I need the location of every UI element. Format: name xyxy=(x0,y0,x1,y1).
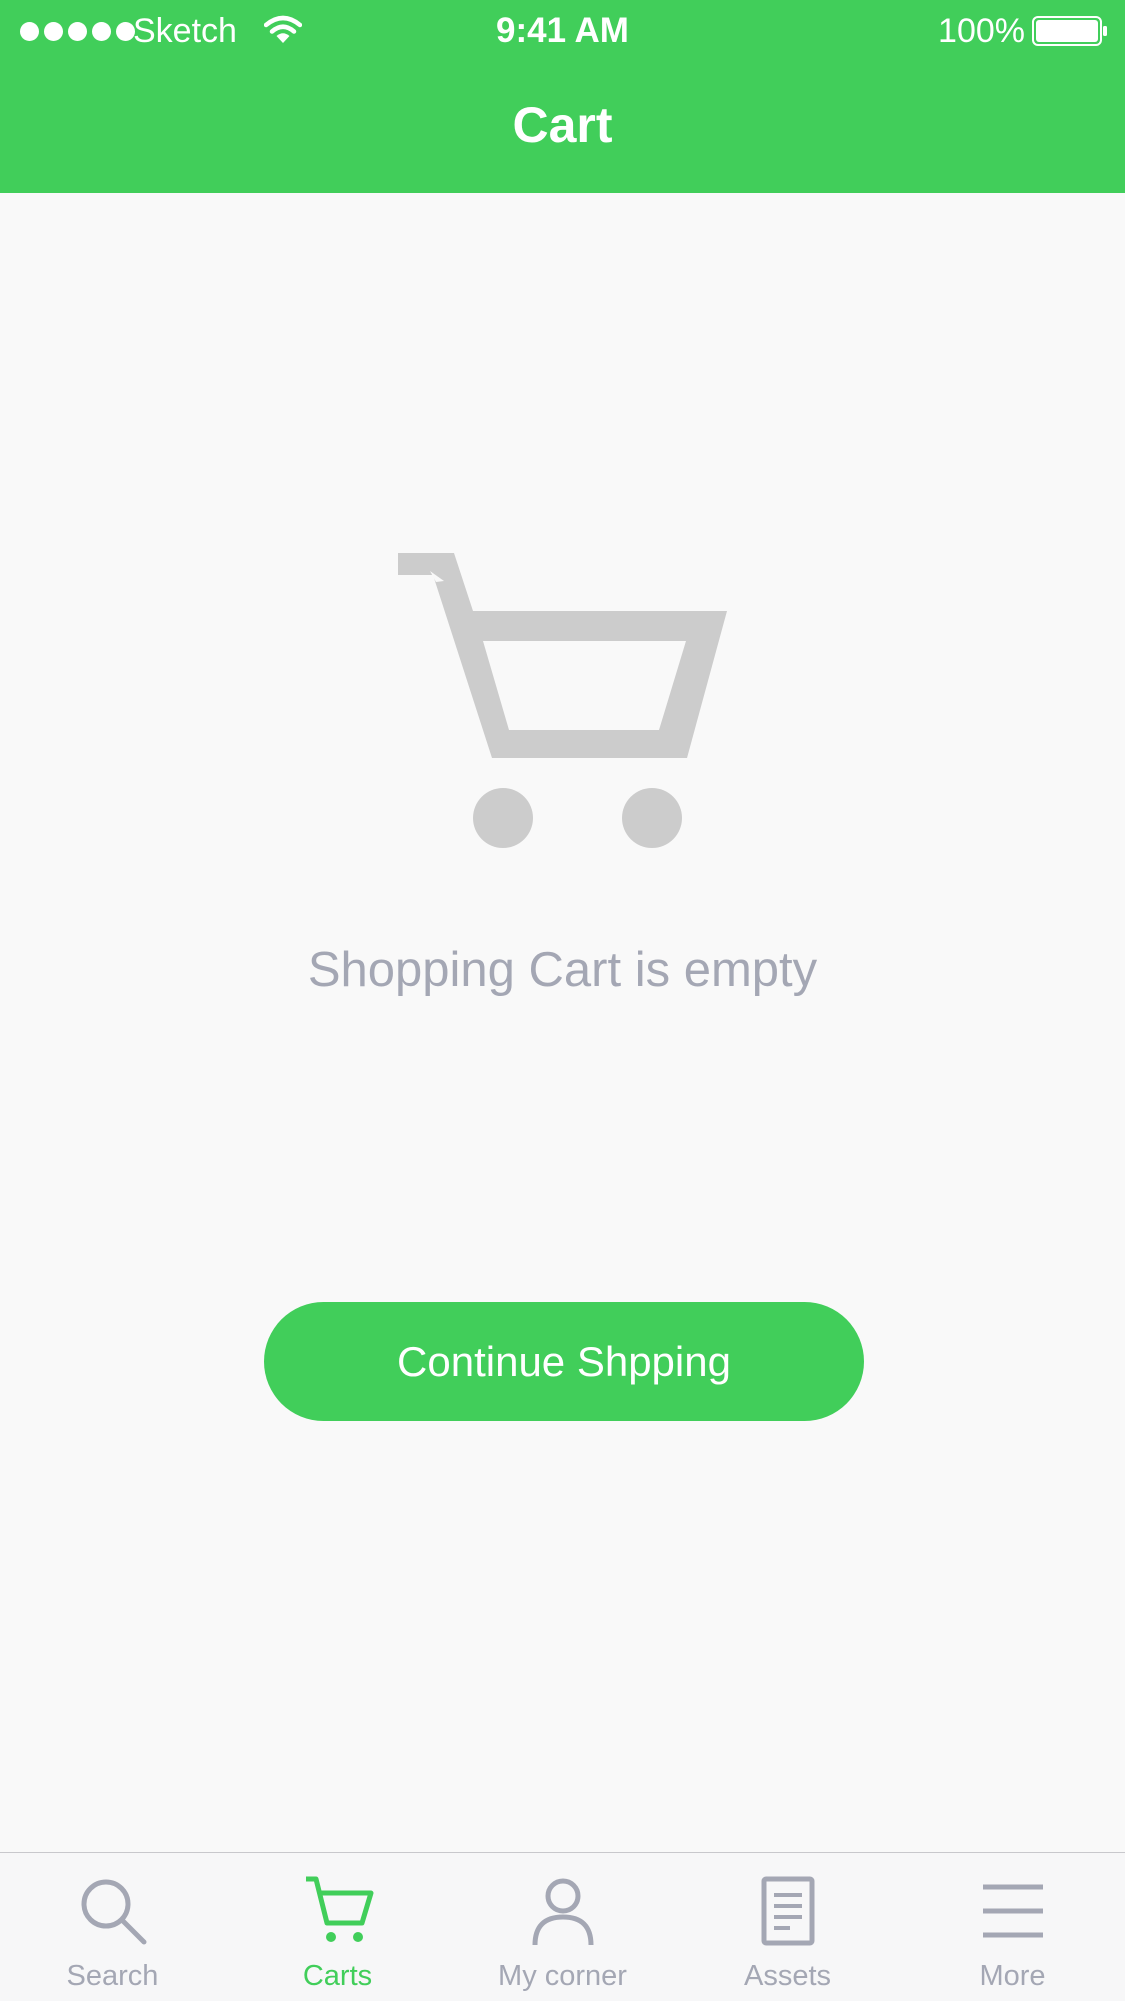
tab-carts[interactable]: Carts xyxy=(225,1853,450,2001)
empty-cart-message: Shopping Cart is empty xyxy=(307,943,818,997)
document-icon xyxy=(761,1876,814,1946)
tab-label: Assets xyxy=(743,1960,832,1992)
menu-icon xyxy=(982,1884,1043,1938)
tab-label: My corner xyxy=(498,1960,627,1992)
tab-search[interactable]: Search xyxy=(0,1853,225,2001)
search-icon xyxy=(81,1879,146,1945)
battery-percentage: 100% xyxy=(938,12,1025,50)
page-title: Cart xyxy=(512,97,613,153)
battery-icon xyxy=(1032,16,1107,46)
continue-shopping-button[interactable]: Continue Shpping xyxy=(264,1302,864,1421)
tab-bar: Search Carts My corner Assets More xyxy=(0,1852,1125,2001)
tab-label: Carts xyxy=(302,1960,373,1992)
header: Sketch 9:41 AM 100% Cart xyxy=(0,0,1125,193)
cart-icon xyxy=(305,1876,373,1942)
tab-assets[interactable]: Assets xyxy=(675,1853,900,2001)
tab-more[interactable]: More xyxy=(900,1853,1125,2001)
status-bar: Sketch 9:41 AM 100% xyxy=(0,0,1125,62)
tab-label: Search xyxy=(66,1960,159,1992)
tab-my-corner[interactable]: My corner xyxy=(450,1853,675,2001)
tab-label: More xyxy=(979,1960,1046,1992)
cart-screen: Sketch 9:41 AM 100% Cart Shopping Cart i… xyxy=(0,0,1125,2001)
shopping-cart-icon xyxy=(398,553,727,848)
person-icon xyxy=(532,1878,593,1946)
